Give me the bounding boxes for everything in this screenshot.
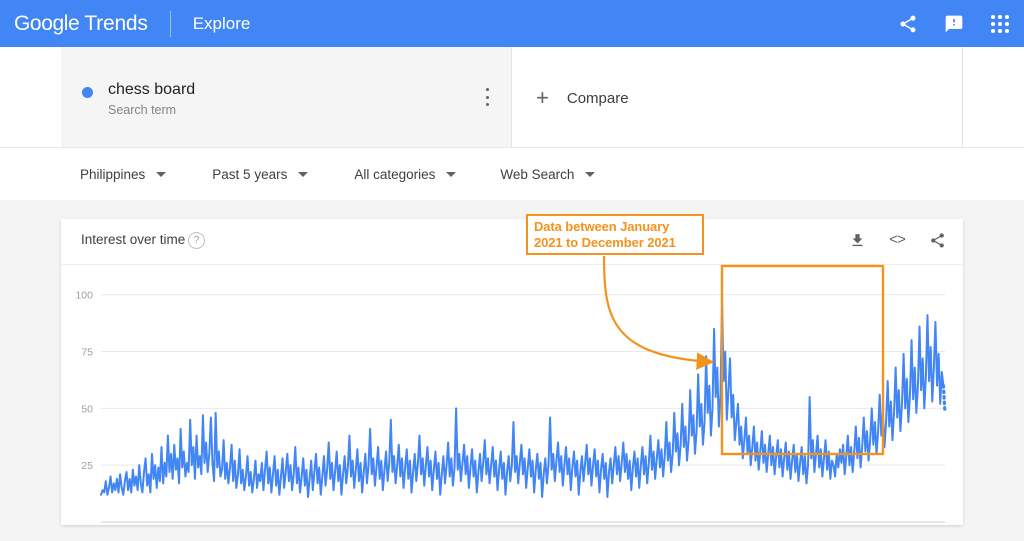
card-title: Interest over time — [81, 232, 185, 247]
chevron-down-icon — [298, 172, 308, 177]
interest-over-time-card: Interest over time ? <> 255075100Apr 30,… — [61, 219, 963, 525]
chart-series-line — [101, 302, 943, 497]
annotation-line-2: 2021 to December 2021 — [534, 235, 697, 251]
filter-location-label: Philippines — [80, 167, 145, 182]
logo-google-text: Google — [14, 12, 79, 36]
chevron-down-icon — [585, 172, 595, 177]
share-icon[interactable] — [927, 230, 947, 250]
search-term-subtitle: Search term — [108, 103, 176, 117]
y-axis-tick-label: 25 — [81, 460, 93, 472]
card-actions: <> — [847, 230, 947, 250]
annotation-callout: Data between January 2021 to December 20… — [526, 214, 704, 255]
search-term-title: chess board — [108, 81, 195, 99]
filter-search-type[interactable]: Web Search — [500, 167, 595, 182]
compare-card[interactable]: + Compare — [512, 47, 963, 147]
annotation-line-1: Data between January — [534, 219, 697, 235]
y-axis-tick-label: 50 — [81, 403, 93, 415]
chevron-down-icon — [156, 172, 166, 177]
filter-time-range[interactable]: Past 5 years — [212, 167, 308, 182]
page-body: Interest over time ? <> 255075100Apr 30,… — [0, 200, 1024, 541]
y-axis-tick-label: 75 — [81, 347, 93, 359]
filter-time-range-label: Past 5 years — [212, 167, 287, 182]
embed-code-icon[interactable]: <> — [887, 230, 907, 250]
feedback-icon[interactable] — [942, 12, 966, 36]
compare-label: Compare — [567, 90, 629, 107]
help-icon[interactable]: ? — [188, 232, 205, 249]
more-vertical-icon[interactable] — [479, 88, 495, 106]
plus-icon: + — [536, 87, 549, 109]
header-divider — [170, 11, 171, 37]
chart-partial-data-dotted-line — [943, 386, 945, 413]
y-axis-tick-label: 100 — [75, 290, 93, 302]
search-term-card[interactable]: chess board Search term — [61, 47, 512, 147]
card-header: Interest over time ? <> — [61, 219, 963, 265]
trends-line-chart: 255075100Apr 30, 20…Oct 28, 2018Apr 26, … — [61, 264, 963, 525]
top-app-bar: Google Trends Explore — [0, 0, 1024, 47]
chevron-down-icon — [446, 172, 456, 177]
search-terms-row: chess board Search term + Compare — [0, 47, 1024, 147]
filter-category[interactable]: All categories — [354, 167, 456, 182]
logo-trends-text: Trends — [84, 12, 147, 36]
google-trends-logo[interactable]: Google Trends — [14, 12, 148, 36]
share-icon[interactable] — [896, 12, 920, 36]
download-icon[interactable] — [847, 230, 867, 250]
explore-nav-item[interactable]: Explore — [193, 14, 251, 34]
top-bar-actions — [896, 12, 1024, 36]
filter-category-label: All categories — [354, 167, 435, 182]
series-color-dot — [82, 87, 93, 98]
filter-bar: Philippines Past 5 years All categories … — [0, 147, 1024, 202]
filter-search-type-label: Web Search — [500, 167, 574, 182]
filter-location[interactable]: Philippines — [80, 167, 166, 182]
apps-grid-icon[interactable] — [988, 12, 1012, 36]
chart-area[interactable]: 255075100Apr 30, 20…Oct 28, 2018Apr 26, … — [61, 264, 963, 525]
